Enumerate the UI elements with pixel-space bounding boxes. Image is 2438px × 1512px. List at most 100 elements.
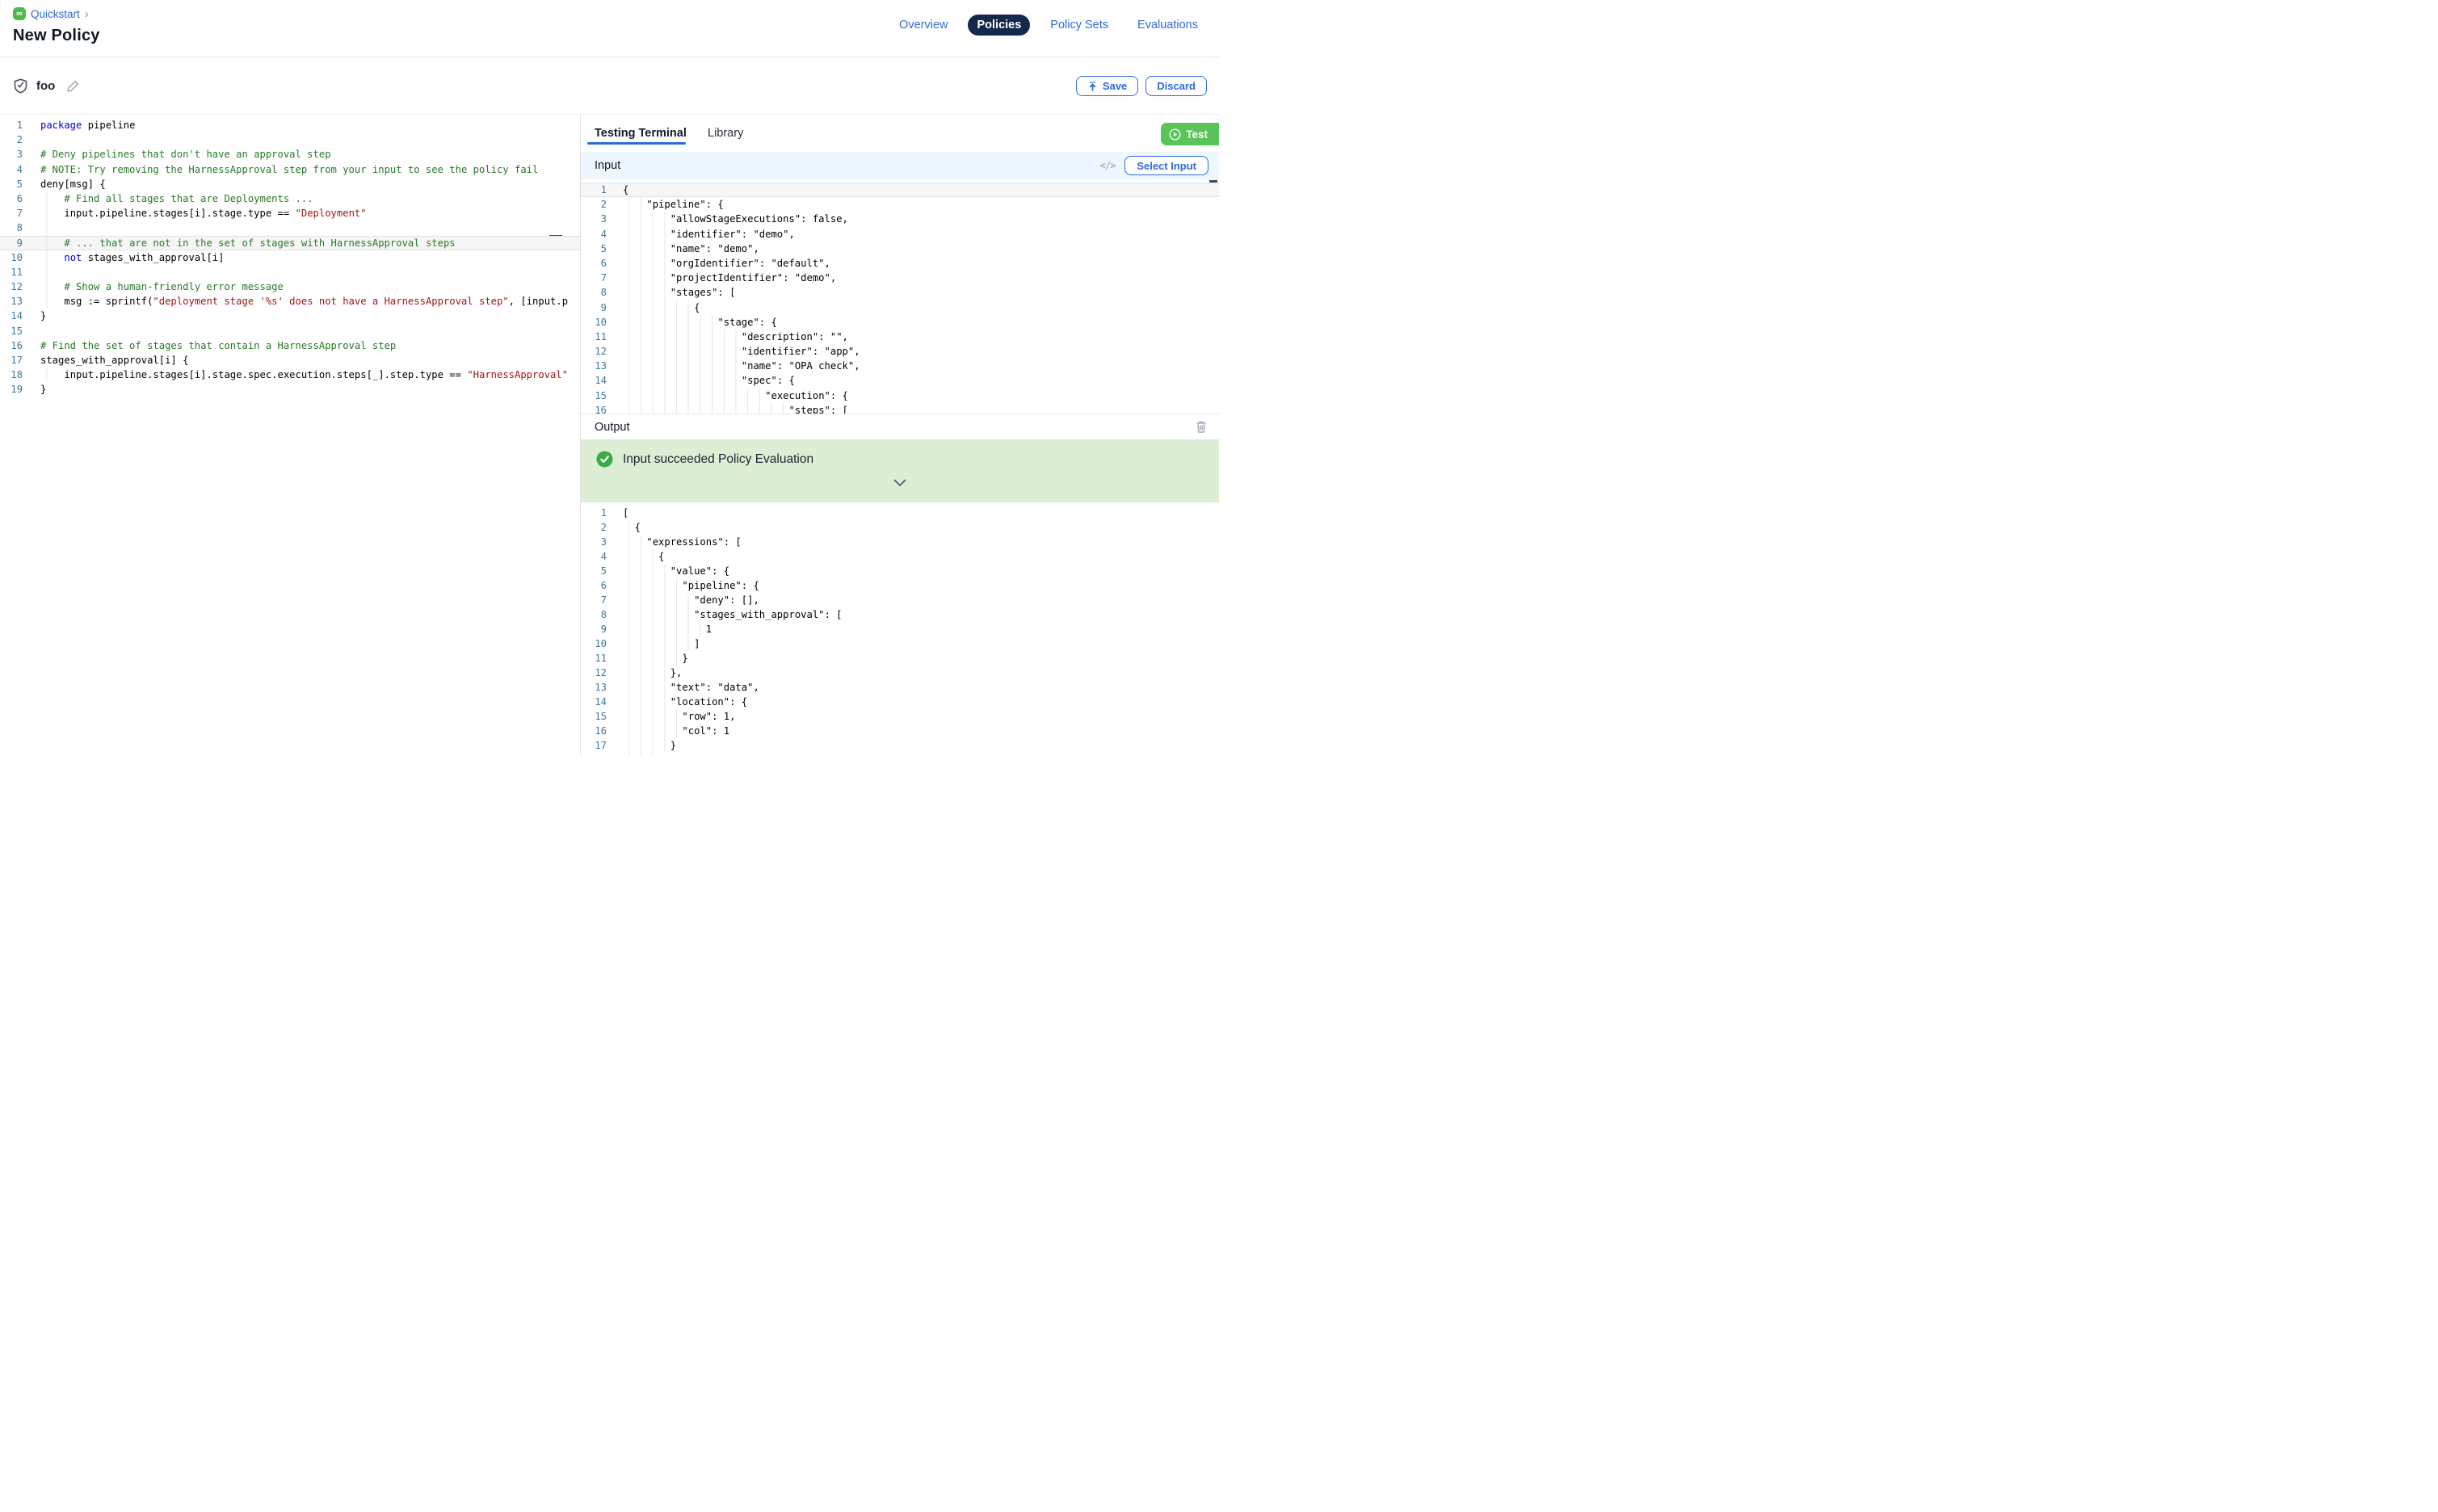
line-number: 3 [581, 535, 607, 549]
code-line: 12# Show a human-friendly error message [0, 279, 580, 294]
nav-tab-overview[interactable]: Overview [890, 15, 956, 36]
save-button[interactable]: Save [1076, 76, 1138, 96]
line-number: 3 [581, 212, 607, 226]
code-line: 3# Deny pipelines that don't have an app… [0, 147, 580, 162]
code-line: 2{ [581, 520, 1219, 535]
indent-guides [623, 520, 635, 535]
output-json-viewer[interactable]: 1[2{3"expressions": [4{5"value": {6"pipe… [581, 502, 1219, 755]
code-line: 7input.pipeline.stages[i].stage.type == … [0, 206, 580, 220]
line-number: 9 [581, 622, 607, 636]
indent-guides [623, 315, 717, 330]
line-number: 12 [581, 666, 607, 680]
code-braces-icon[interactable]: </> [1100, 160, 1116, 171]
line-number: 7 [0, 206, 23, 220]
code-line: 2 [0, 132, 580, 147]
indent-guides [623, 271, 670, 285]
indent-guides [40, 220, 64, 235]
line-number: 5 [581, 564, 607, 578]
breadcrumb-chevron-icon: › [85, 8, 89, 20]
line-number: 6 [581, 578, 607, 593]
select-input-button[interactable]: Select Input [1124, 156, 1208, 175]
test-button[interactable]: Test [1161, 123, 1219, 145]
line-number: 10 [581, 315, 607, 330]
line-number: 8 [581, 607, 607, 622]
indent-guides [623, 359, 742, 373]
line-number: 14 [581, 373, 607, 388]
input-label: Input [595, 159, 620, 172]
indent-guides [623, 695, 670, 709]
code-line: 17stages_with_approval[i] { [0, 353, 580, 368]
nav-tab-policies[interactable]: Policies [968, 15, 1030, 36]
indent-guides [623, 593, 694, 607]
code-line: 16"steps": [ [581, 403, 1219, 414]
indent-guides [623, 344, 742, 359]
line-number: 15 [581, 709, 607, 724]
upload-icon [1087, 81, 1098, 92]
code-line: 14"location": { [581, 695, 1219, 709]
line-number: 11 [581, 330, 607, 344]
indent-guides [623, 651, 682, 666]
indent-guides [623, 373, 742, 388]
new-policy-page: { "header": { "breadcrumb": "Quickstart"… [0, 0, 1219, 756]
evaluation-success-banner: Input succeeded Policy Evaluation [581, 439, 1219, 502]
top-nav-tabs: Overview Policies Policy Sets Evaluations [890, 15, 1207, 36]
code-line: 3"allowStageExecutions": false, [581, 212, 1219, 226]
line-number: 1 [581, 506, 607, 520]
code-line: 16# Find the set of stages that contain … [0, 338, 580, 353]
output-label: Output [595, 421, 630, 434]
code-line: 15"row": 1, [581, 709, 1219, 724]
code-line: 4{ [581, 549, 1219, 564]
code-line: 12}, [581, 666, 1219, 680]
clear-output-trash-icon[interactable] [1195, 420, 1208, 434]
nav-tab-evaluations[interactable]: Evaluations [1129, 15, 1207, 36]
indent-guides [623, 403, 789, 414]
indent-guides [623, 256, 670, 271]
input-json-editor[interactable]: 1{2"pipeline": {3"allowStageExecutions":… [581, 179, 1219, 414]
code-line: 4"identifier": "demo", [581, 227, 1219, 242]
breadcrumb-link-quickstart[interactable]: Quickstart [31, 8, 80, 20]
line-number: 11 [581, 651, 607, 666]
code-line: 5"name": "demo", [581, 242, 1219, 256]
check-circle-icon [596, 451, 613, 468]
testing-tabs-row: Testing Terminal Library Test [581, 115, 1219, 152]
line-number: 19 [0, 382, 23, 397]
line-number: 14 [0, 309, 23, 323]
indent-guides [623, 212, 670, 226]
line-number: 2 [581, 197, 607, 212]
indent-guides [623, 607, 694, 622]
code-line: 9{ [581, 300, 1219, 315]
indent-guides [623, 724, 682, 738]
shield-check-icon [13, 78, 28, 94]
code-line: 10not stages_with_approval[i] [0, 250, 580, 265]
code-line: 11} [581, 651, 1219, 666]
code-line: 13"text": "data", [581, 680, 1219, 695]
main-split: 1package pipeline23# Deny pipelines that… [0, 114, 1219, 755]
code-line: 8"stages": [ [581, 285, 1219, 300]
edit-name-pencil-icon[interactable] [66, 79, 80, 93]
line-number: 10 [0, 250, 23, 265]
indent-guides [623, 622, 706, 636]
line-number: 1 [0, 118, 23, 132]
policy-toolbar: foo Save Discard [0, 57, 1219, 114]
tab-library[interactable]: Library [708, 127, 743, 140]
code-line: 13msg := sprintf("deployment stage '%s' … [0, 294, 580, 309]
banner-message: Input succeeded Policy Evaluation [623, 452, 813, 467]
line-number: 16 [0, 338, 23, 353]
nav-tab-policy-sets[interactable]: Policy Sets [1041, 15, 1117, 36]
code-line: 7"projectIdentifier": "demo", [581, 271, 1219, 285]
line-number: 9 [581, 300, 607, 315]
code-line: 13"name": "OPA check", [581, 359, 1219, 373]
code-line: 18} [581, 753, 1219, 755]
rego-code-editor[interactable]: 1package pipeline23# Deny pipelines that… [0, 115, 581, 755]
chevron-down-icon[interactable] [893, 477, 907, 491]
tab-testing-terminal[interactable]: Testing Terminal [595, 127, 687, 140]
code-line: 15"execution": { [581, 388, 1219, 403]
indent-guides [623, 753, 658, 755]
code-line: 5"value": { [581, 564, 1219, 578]
line-number: 5 [581, 242, 607, 256]
indent-guides [623, 636, 694, 651]
line-number: 10 [581, 636, 607, 651]
code-line: 3"expressions": [ [581, 535, 1219, 549]
discard-button[interactable]: Discard [1145, 76, 1207, 96]
indent-guides [623, 388, 765, 403]
